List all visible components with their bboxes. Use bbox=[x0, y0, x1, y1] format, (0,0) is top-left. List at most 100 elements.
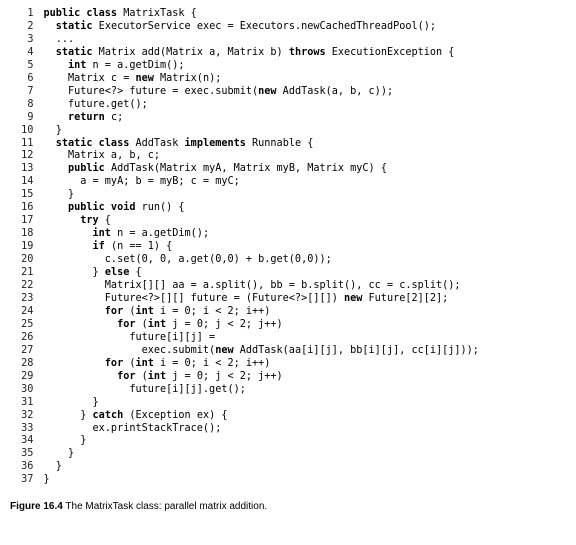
code-line: } bbox=[43, 448, 479, 461]
keyword: static class bbox=[56, 138, 130, 149]
code-figure: 1234567891011121314151617181920212223242… bbox=[0, 0, 576, 520]
code-line: Future<?>[][] future = (Future<?>[][]) n… bbox=[43, 293, 479, 306]
line-number: 24 bbox=[10, 306, 33, 319]
line-number: 8 bbox=[10, 99, 33, 112]
code-block: 1234567891011121314151617181920212223242… bbox=[10, 8, 566, 487]
keyword: for bbox=[117, 319, 135, 330]
figure-caption: Figure 16.4 The MatrixTask class: parall… bbox=[10, 501, 566, 512]
line-number: 7 bbox=[10, 86, 33, 99]
code-line: Matrix[][] aa = a.split(), bb = b.split(… bbox=[43, 280, 479, 293]
keyword: int bbox=[148, 319, 166, 330]
code-line: } bbox=[43, 474, 479, 487]
line-number: 37 bbox=[10, 474, 33, 487]
line-number: 27 bbox=[10, 345, 33, 358]
line-number: 22 bbox=[10, 280, 33, 293]
line-number: 29 bbox=[10, 371, 33, 384]
line-number: 6 bbox=[10, 73, 33, 86]
line-number: 28 bbox=[10, 358, 33, 371]
line-number: 36 bbox=[10, 461, 33, 474]
line-number: 14 bbox=[10, 176, 33, 189]
code-line: } else { bbox=[43, 267, 479, 280]
code-line: } bbox=[43, 435, 479, 448]
code-line: Future<?> future = exec.submit(new AddTa… bbox=[43, 86, 479, 99]
keyword: static bbox=[56, 21, 93, 32]
line-number: 17 bbox=[10, 215, 33, 228]
code-line: public class MatrixTask { bbox=[43, 8, 479, 21]
code-line: for (int i = 0; i < 2; i++) bbox=[43, 306, 479, 319]
code-line: int n = a.getDim(); bbox=[43, 60, 479, 73]
code-line: for (int j = 0; j < 2; j++) bbox=[43, 319, 479, 332]
code-line: for (int j = 0; j < 2; j++) bbox=[43, 371, 479, 384]
line-number: 26 bbox=[10, 332, 33, 345]
keyword: static bbox=[56, 47, 93, 58]
code-listing: public class MatrixTask { static Executo… bbox=[43, 8, 479, 487]
line-number: 4 bbox=[10, 47, 33, 60]
keyword: throws bbox=[289, 47, 326, 58]
code-line: static class AddTask implements Runnable… bbox=[43, 138, 479, 151]
code-line: Matrix c = new Matrix(n); bbox=[43, 73, 479, 86]
keyword: public void bbox=[68, 202, 135, 213]
line-number: 13 bbox=[10, 163, 33, 176]
keyword: for bbox=[105, 358, 123, 369]
keyword: int bbox=[93, 228, 111, 239]
code-line: ... bbox=[43, 34, 479, 47]
keyword: int bbox=[68, 60, 86, 71]
keyword: try bbox=[80, 215, 98, 226]
line-number: 11 bbox=[10, 138, 33, 151]
keyword: public bbox=[68, 163, 105, 174]
code-line: } bbox=[43, 461, 479, 474]
keyword: if bbox=[93, 241, 105, 252]
line-number: 21 bbox=[10, 267, 33, 280]
code-line: } catch (Exception ex) { bbox=[43, 410, 479, 423]
code-line: } bbox=[43, 189, 479, 202]
keyword: implements bbox=[185, 138, 246, 149]
code-line: future.get(); bbox=[43, 99, 479, 112]
code-line: public void run() { bbox=[43, 202, 479, 215]
code-line: c.set(0, 0, a.get(0,0) + b.get(0,0)); bbox=[43, 254, 479, 267]
keyword: new bbox=[215, 345, 233, 356]
code-line: try { bbox=[43, 215, 479, 228]
code-line: for (int i = 0; i < 2; i++) bbox=[43, 358, 479, 371]
line-number: 5 bbox=[10, 60, 33, 73]
line-number: 30 bbox=[10, 384, 33, 397]
keyword: new bbox=[344, 293, 362, 304]
line-number: 18 bbox=[10, 228, 33, 241]
code-line: } bbox=[43, 397, 479, 410]
line-number: 10 bbox=[10, 125, 33, 138]
keyword: for bbox=[117, 371, 135, 382]
keyword: catch bbox=[93, 410, 124, 421]
line-number-gutter: 1234567891011121314151617181920212223242… bbox=[10, 8, 33, 487]
code-line: future[i][j].get(); bbox=[43, 384, 479, 397]
keyword: public class bbox=[43, 8, 117, 19]
code-line: int n = a.getDim(); bbox=[43, 228, 479, 241]
code-line: } bbox=[43, 125, 479, 138]
keyword: else bbox=[105, 267, 130, 278]
keyword: for bbox=[105, 306, 123, 317]
code-line: static Matrix add(Matrix a, Matrix b) th… bbox=[43, 47, 479, 60]
keyword: return bbox=[68, 112, 105, 123]
line-number: 16 bbox=[10, 202, 33, 215]
line-number: 2 bbox=[10, 21, 33, 34]
code-line: static ExecutorService exec = Executors.… bbox=[43, 21, 479, 34]
line-number: 9 bbox=[10, 112, 33, 125]
code-line: a = myA; b = myB; c = myC; bbox=[43, 176, 479, 189]
keyword: new bbox=[258, 86, 276, 97]
line-number: 12 bbox=[10, 150, 33, 163]
code-line: return c; bbox=[43, 112, 479, 125]
figure-caption-body: The MatrixTask class: parallel matrix ad… bbox=[65, 501, 267, 512]
code-line: Matrix a, b, c; bbox=[43, 150, 479, 163]
line-number: 19 bbox=[10, 241, 33, 254]
code-line: future[i][j] = bbox=[43, 332, 479, 345]
keyword: int bbox=[148, 371, 166, 382]
code-line: exec.submit(new AddTask(aa[i][j], bb[i][… bbox=[43, 345, 479, 358]
line-number: 33 bbox=[10, 423, 33, 436]
figure-label: Figure 16.4 bbox=[10, 501, 63, 512]
keyword: new bbox=[135, 73, 153, 84]
line-number: 20 bbox=[10, 254, 33, 267]
code-line: public AddTask(Matrix myA, Matrix myB, M… bbox=[43, 163, 479, 176]
code-line: if (n == 1) { bbox=[43, 241, 479, 254]
code-line: ex.printStackTrace(); bbox=[43, 423, 479, 436]
keyword: int bbox=[135, 306, 153, 317]
line-number: 35 bbox=[10, 448, 33, 461]
line-number: 32 bbox=[10, 410, 33, 423]
